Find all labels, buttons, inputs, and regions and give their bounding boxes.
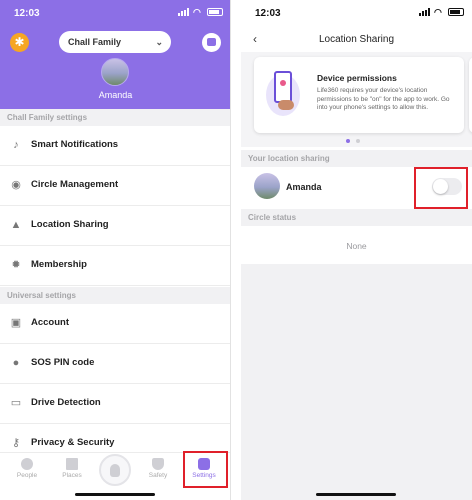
status-icons: ◠: [178, 7, 223, 17]
car-icon: ▭: [10, 397, 22, 409]
location-arrow-icon: ▲: [10, 219, 22, 231]
screenshot-root: 12:03 ◠ ✱ Chall Family ⌄ Amanda Chall Fa…: [0, 0, 472, 500]
user-name: Amanda: [98, 90, 133, 100]
tab-label: People: [16, 472, 38, 479]
settings-item-label: Privacy & Security: [31, 437, 115, 448]
status-time: 12:03: [14, 8, 40, 19]
chat-icon[interactable]: [202, 33, 221, 52]
settings-item-label: Account: [31, 317, 69, 328]
signal-icon: [419, 8, 430, 16]
status-time: 12:03: [255, 8, 281, 19]
settings-item-account[interactable]: ▣ Account: [0, 304, 230, 344]
places-icon: [66, 458, 78, 470]
settings-item-label: Drive Detection: [31, 397, 101, 408]
signal-icon: [178, 8, 189, 16]
settings-item-smart-notifications[interactable]: ♪ Smart Notifications: [0, 126, 230, 166]
settings-item-label: Location Sharing: [31, 219, 109, 230]
settings-item-location-sharing[interactable]: ▲ Location Sharing: [0, 206, 230, 246]
permission-cards-carousel[interactable]: Device permissions Life360 requires your…: [241, 52, 472, 147]
carousel-dots: [346, 139, 360, 143]
status-bar: 12:03 ◠: [0, 0, 230, 22]
settings-item-membership[interactable]: ✹ Membership: [0, 246, 230, 286]
circle-switcher[interactable]: Chall Family ⌄: [59, 31, 171, 53]
tab-people[interactable]: People: [7, 458, 47, 479]
status-bar: 12:03 ◠: [241, 0, 472, 22]
chevron-down-icon: ⌄: [155, 37, 163, 47]
location-sharing-screen: 12:03 ◠ ‹ Location Sharing Device permis…: [241, 0, 472, 500]
nav-bar: ‹ Location Sharing: [241, 26, 472, 52]
battery-icon: [207, 8, 223, 16]
circle-icon: ◉: [11, 179, 21, 191]
sos-icon: ●: [12, 357, 20, 369]
shield-icon: [152, 458, 164, 470]
section-header-circle: Chall Family settings: [0, 109, 230, 126]
tab-label: Safety: [148, 472, 168, 479]
card-body: Life360 requires your device's location …: [317, 87, 450, 111]
settings-item-circle-management[interactable]: ◉ Circle Management: [0, 166, 230, 206]
card-title: Device permissions: [317, 73, 397, 83]
device-permissions-card[interactable]: Device permissions Life360 requires your…: [254, 57, 464, 133]
bell-icon: ♪: [13, 139, 19, 151]
battery-icon: [448, 8, 464, 16]
wifi-icon: ◠: [193, 7, 201, 17]
section-header-universal: Universal settings: [0, 287, 230, 304]
tab-places[interactable]: Places: [52, 458, 92, 479]
settings-header: 12:03 ◠ ✱ Chall Family ⌄ Amanda: [0, 0, 230, 109]
circle-settings-gear-icon[interactable]: ✱: [10, 33, 29, 52]
member-name: Amanda: [286, 182, 322, 192]
wifi-icon: ◠: [434, 7, 442, 17]
tab-label: Places: [62, 472, 82, 479]
settings-item-sos-pin[interactable]: ● SOS PIN code: [0, 344, 230, 384]
tab-safety[interactable]: Safety: [138, 458, 178, 479]
settings-screen: 12:03 ◠ ✱ Chall Family ⌄ Amanda Chall Fa…: [0, 0, 231, 500]
status-icons: ◠: [419, 7, 464, 17]
circle-status-row: None: [241, 226, 472, 264]
avatar[interactable]: [101, 58, 129, 86]
people-icon: [21, 458, 33, 470]
home-indicator: [75, 493, 155, 496]
highlight-box-toggle: [414, 167, 468, 209]
empty-area: [241, 264, 472, 500]
section-header-circle-status: Circle status: [241, 209, 472, 226]
badge-icon: ✹: [11, 259, 21, 271]
section-header-your-location-sharing: Your location sharing: [241, 150, 472, 167]
location-pin-icon: [110, 464, 120, 477]
check-in-button[interactable]: [99, 454, 131, 486]
page-title: Location Sharing: [318, 34, 395, 45]
settings-item-label: Circle Management: [31, 179, 119, 190]
home-indicator: [316, 493, 396, 496]
settings-item-label: SOS PIN code: [31, 357, 95, 368]
person-icon: ▣: [10, 317, 22, 329]
circle-name: Chall Family: [68, 37, 122, 47]
avatar: [254, 173, 280, 199]
settings-item-label: Membership: [31, 259, 87, 270]
key-icon: ⚷: [11, 437, 21, 449]
settings-item-drive-detection[interactable]: ▭ Drive Detection: [0, 384, 230, 424]
circle-status-value: None: [346, 241, 367, 251]
settings-item-label: Smart Notifications: [31, 139, 119, 150]
phone-permission-illustration: [264, 68, 302, 124]
highlight-box-settings-tab: [183, 451, 228, 488]
